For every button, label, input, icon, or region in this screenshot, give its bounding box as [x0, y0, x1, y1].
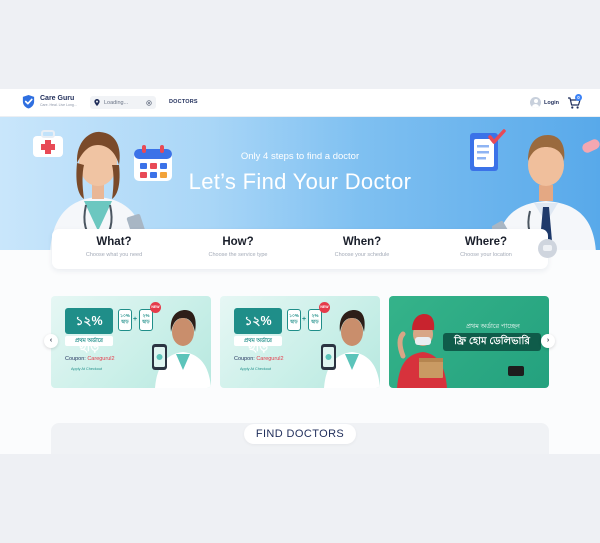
step-description: Choose your schedule [334, 252, 390, 258]
shield-check-icon [22, 94, 35, 109]
location-pin-icon [94, 99, 100, 106]
cart-count-badge: 0 [575, 94, 582, 101]
apply-text: Apply At Checkout [71, 367, 103, 371]
promo-carousel: ১২% ছাড় প্রথম অর্ডারে ১০% ছাড় + ২% ছাড… [0, 296, 600, 388]
delivery-banner[interactable]: প্রথম অর্ডারে পাচ্ছেন ফ্রি হোম ডেলিভারি [389, 296, 549, 388]
login-button[interactable]: Login [530, 97, 559, 108]
login-label: Login [544, 99, 559, 106]
step-title: What? [96, 236, 132, 248]
step-title: Where? [464, 236, 508, 248]
brand-logo[interactable]: Care Guru Care. Heal. Live Long... [21, 94, 77, 109]
app-store-badges-icon [508, 366, 524, 376]
apply-text: Apply At Checkout [240, 367, 272, 371]
coupon-code: Caregurul2 [87, 356, 115, 362]
step-where[interactable]: Where? Choose your location [424, 229, 548, 269]
promo-first-order: প্রথম অর্ডারে [65, 336, 113, 346]
locate-me-icon[interactable] [146, 99, 152, 106]
pill-icon [582, 139, 600, 153]
coupon-code: Caregurul2 [256, 356, 284, 362]
promo-banner-2[interactable]: ১২% ছাড় প্রথম অর্ডারে ১০% ছাড় + ২% ছাড… [220, 296, 380, 388]
step-description: Choose the service type [208, 252, 268, 258]
promo-discount: ১২% ছাড় [65, 308, 113, 354]
coupon-label: Coupon: [234, 356, 255, 362]
delivery-line-2: ফ্রি হোম ডেলিভারি [443, 333, 541, 351]
brand-tagline: Care. Heal. Live Long... [40, 103, 77, 108]
step-description: Choose your location [460, 252, 512, 258]
promo-discount: ১২% ছাড় [234, 308, 282, 354]
location-text: Loading... [104, 99, 129, 106]
nav-link-doctors[interactable]: DOCTORS [169, 99, 198, 105]
find-doctors-heading: FIND DOCTORS [244, 424, 356, 444]
page: Care Guru Care. Heal. Live Long... Loadi… [0, 89, 600, 454]
carousel-next-button[interactable]: › [541, 334, 555, 348]
plus-icon: + [133, 316, 138, 323]
nurse-with-phone-illustration [152, 310, 211, 388]
step-when[interactable]: When? Choose your schedule [300, 229, 424, 269]
promo-chip-10: ১০% ছাড় [287, 309, 301, 331]
promo-first-order: প্রথম অর্ডারে [234, 336, 282, 346]
brand-name: Care Guru [40, 95, 75, 103]
step-what[interactable]: What? Choose what you need [52, 229, 176, 269]
location-selector[interactable]: Loading... [90, 96, 156, 109]
step-title: When? [342, 236, 382, 248]
promo-banner-1[interactable]: ১২% ছাড় প্রথম অর্ডারে ১০% ছাড় + ২% ছাড… [51, 296, 211, 388]
plus-icon: + [302, 316, 307, 323]
user-avatar-icon [530, 97, 541, 108]
step-how[interactable]: How? Choose the service type [176, 229, 300, 269]
chat-support-icon[interactable] [538, 239, 557, 258]
search-steps-bar: What? Choose what you need How? Choose t… [52, 229, 548, 269]
coupon-text: Coupon: Caregurul2 [65, 356, 115, 362]
top-navbar: Care Guru Care. Heal. Live Long... Loadi… [0, 89, 600, 117]
coupon-text: Coupon: Caregurul2 [234, 356, 284, 362]
step-description: Choose what you need [85, 252, 143, 258]
nurse-with-phone-illustration [321, 310, 380, 388]
promo-chip-10: ১০% ছাড় [118, 309, 132, 331]
delivery-line-1: প্রথম অর্ডারে পাচ্ছেন [466, 323, 520, 330]
step-title: How? [222, 236, 254, 248]
carousel-prev-button[interactable]: ‹ [44, 334, 58, 348]
coupon-label: Coupon: [65, 356, 86, 362]
